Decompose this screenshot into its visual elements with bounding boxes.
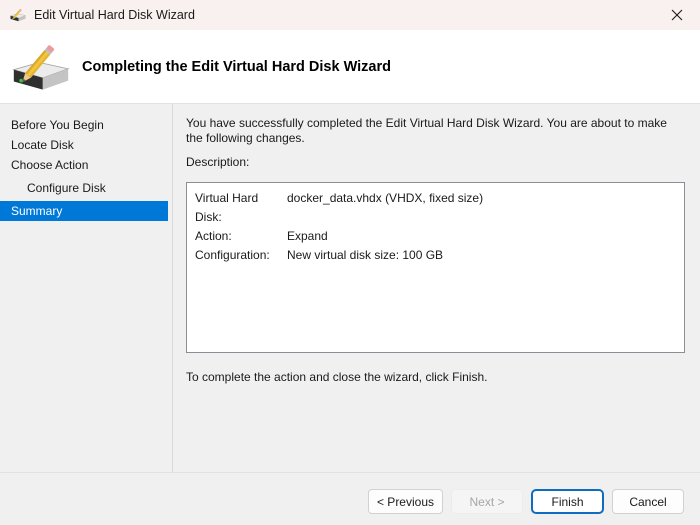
wizard-header: Completing the Edit Virtual Hard Disk Wi… [0, 30, 700, 104]
sidebar-item-before-you-begin[interactable]: Before You Begin [0, 115, 168, 135]
description-row-configuration: Configuration: New virtual disk size: 10… [195, 246, 676, 265]
button-bar: < Previous Next > Finish Cancel [0, 472, 700, 525]
description-box[interactable]: Virtual Hard Disk: docker_data.vhdx (VHD… [186, 182, 685, 353]
sidebar-item-configure-disk[interactable]: Configure Disk [0, 178, 168, 198]
edit-disk-icon [10, 7, 26, 23]
wizard-steps-nav: Before You Begin Locate Disk Choose Acti… [0, 104, 173, 472]
sidebar-item-locate-disk[interactable]: Locate Disk [0, 135, 168, 155]
finish-instruction: To complete the action and close the wiz… [186, 370, 488, 384]
next-button[interactable]: Next > [451, 489, 523, 514]
disk-pencil-icon [12, 39, 70, 95]
description-row-value: docker_data.vhdx (VHDX, fixed size) [287, 191, 484, 205]
page-title: Completing the Edit Virtual Hard Disk Wi… [82, 58, 391, 75]
summary-page: You have successfully completed the Edit… [173, 104, 700, 472]
cancel-button[interactable]: Cancel [612, 489, 684, 514]
description-label: Description: [186, 155, 250, 169]
description-row-label: Action: [195, 229, 232, 243]
description-row-value: New virtual disk size: 100 GB [287, 248, 444, 262]
description-row-action: Action: Expand [195, 227, 676, 246]
titlebar: Edit Virtual Hard Disk Wizard [0, 0, 700, 30]
close-button[interactable] [654, 0, 700, 30]
description-row-label: Configuration: [195, 248, 270, 262]
intro-text: You have successfully completed the Edit… [186, 116, 667, 145]
description-row-label: Virtual Hard Disk: [195, 191, 259, 224]
description-row-virtual-hard-disk: Virtual Hard Disk: docker_data.vhdx (VHD… [195, 189, 676, 227]
wizard-window: Edit Virtual Hard Disk Wizard Completing… [0, 0, 700, 525]
description-row-value: Expand [287, 229, 328, 243]
sidebar-item-summary[interactable]: Summary [0, 201, 168, 221]
wizard-body: Before You Begin Locate Disk Choose Acti… [0, 104, 700, 472]
close-icon [671, 9, 683, 21]
previous-button[interactable]: < Previous [367, 489, 443, 514]
finish-button[interactable]: Finish [531, 489, 604, 514]
sidebar-item-choose-action[interactable]: Choose Action [0, 155, 168, 175]
window-title: Edit Virtual Hard Disk Wizard [34, 8, 195, 22]
